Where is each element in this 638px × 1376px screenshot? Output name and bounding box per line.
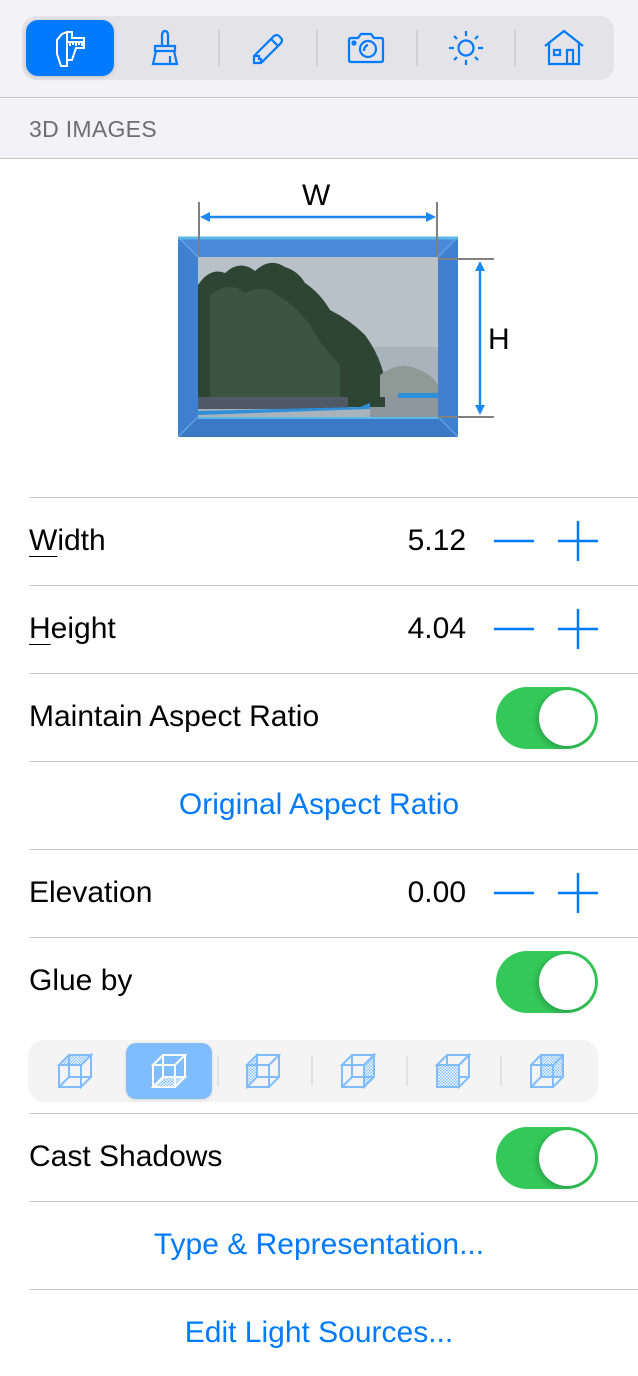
divider [316,30,318,66]
cube-right-icon [339,1052,377,1090]
sun-icon [449,31,483,65]
height-row: Height 4.04 [0,585,638,673]
divider [311,1056,313,1086]
glue-option-front[interactable] [410,1043,496,1099]
type-representation-button[interactable]: Type & Representation... [0,1201,638,1289]
height-value[interactable]: 4.04 [408,585,466,673]
divider [218,30,220,66]
original-aspect-button[interactable]: Original Aspect Ratio [0,761,638,849]
glue-option-left[interactable] [220,1043,306,1099]
elevation-decrement-button[interactable] [492,872,536,914]
glue-face-segmented-control [28,1040,598,1102]
top-toolbar [0,0,638,98]
divider [514,30,516,66]
divider [217,1056,219,1086]
cube-front-icon [434,1052,472,1090]
cube-left-icon [244,1052,282,1090]
glue-option-back[interactable] [504,1043,590,1099]
divider [29,497,638,498]
original-aspect-row: Original Aspect Ratio [0,761,638,849]
cube-top-icon [56,1052,94,1090]
tab-camera[interactable] [322,20,410,76]
tab-building[interactable] [520,20,608,76]
house-icon [544,29,584,66]
toggle-knob [539,1130,595,1186]
type-representation-row: Type & Representation... [0,1201,638,1289]
glue-option-top[interactable] [32,1043,118,1099]
cast-shadows-row: Cast Shadows [0,1113,638,1201]
divider [29,585,638,586]
tab-style[interactable] [121,20,209,76]
cube-back-icon [530,1054,564,1088]
divider [500,1056,502,1086]
camera-icon [347,32,385,64]
toggle-knob [539,690,595,746]
edit-light-sources-button[interactable]: Edit Light Sources... [0,1289,638,1376]
tab-dimensions[interactable] [26,20,114,76]
tab-light[interactable] [422,20,510,76]
width-row: Width 5.12 [0,497,638,585]
tab-edit[interactable] [222,20,310,76]
maintain-aspect-toggle[interactable] [496,687,598,749]
edit-light-sources-row: Edit Light Sources... [0,1289,638,1376]
cast-shadows-label: Cast Shadows [29,1140,223,1173]
maintain-aspect-label: Maintain Aspect Ratio [29,700,320,733]
maintain-aspect-row: Maintain Aspect Ratio [0,673,638,761]
section-title: 3D IMAGES [29,116,157,142]
divider [406,1056,408,1086]
pencil-icon [252,33,284,65]
glue-option-right[interactable] [315,1043,401,1099]
photo-winter-trees [198,257,438,417]
width-increment-button[interactable] [556,520,600,562]
image-preview-diagram: W H [170,175,520,445]
cube-bottom-icon [150,1054,188,1088]
section-header: 3D IMAGES [0,99,638,159]
glue-option-bottom[interactable] [126,1043,212,1099]
elevation-increment-button[interactable] [556,872,600,914]
toggle-knob [539,954,595,1010]
glue-by-row: Glue by [0,937,638,1025]
divider [416,30,418,66]
width-label: W [302,179,331,212]
elevation-label: Elevation [29,876,153,909]
height-decrement-button[interactable] [492,608,536,650]
category-segmented-control [22,16,614,80]
elevation-row: Elevation 0.00 [0,849,638,937]
cast-shadows-toggle[interactable] [496,1127,598,1189]
brush-icon [151,29,179,66]
width-decrement-button[interactable] [492,520,536,562]
elevation-value[interactable]: 0.00 [408,849,466,937]
height-label-text: Height [29,612,116,645]
caliper-icon [56,30,85,67]
height-label: H [488,323,510,356]
height-increment-button[interactable] [556,608,600,650]
width-label-text: Width [29,524,106,557]
glue-by-label: Glue by [29,964,133,997]
glue-by-toggle[interactable] [496,951,598,1013]
width-value[interactable]: 5.12 [408,497,466,585]
